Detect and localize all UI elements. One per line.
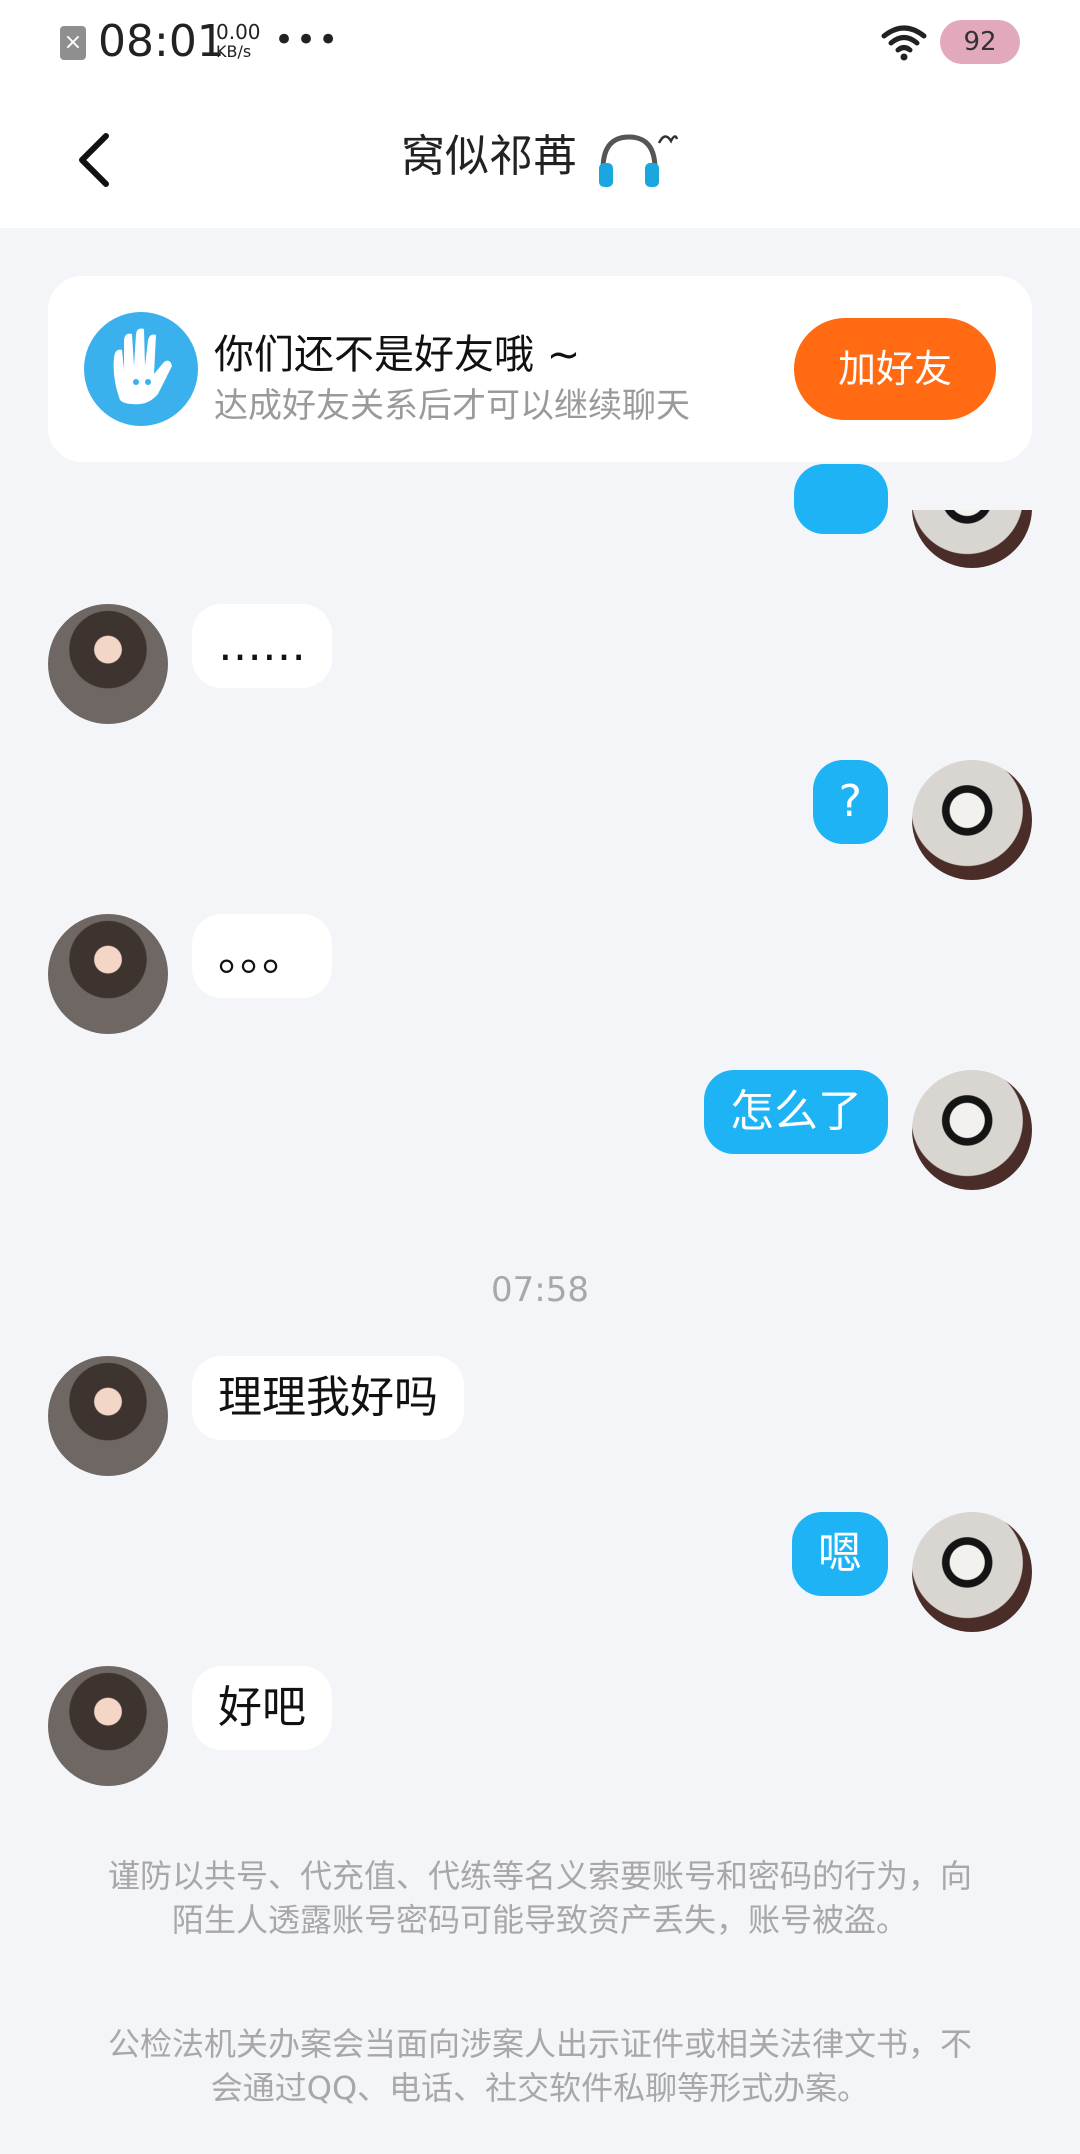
add-friend-card: 你们还不是好友哦 ~ 达成好友关系后才可以继续聊天 加好友 — [48, 276, 1032, 462]
network-speed: 0.00 KB/s — [216, 22, 261, 62]
contact-avatar[interactable] — [48, 914, 168, 1034]
my-avatar[interactable] — [912, 510, 1032, 568]
message-bubble-incoming[interactable]: 好吧 — [192, 1666, 332, 1750]
more-status-icon: ••• — [274, 20, 341, 60]
contact-avatar[interactable] — [48, 1356, 168, 1476]
status-bar: × 08:01 0.00 KB/s ••• 92 — [0, 0, 1080, 90]
message-bubble-outgoing[interactable]: 嗯 — [792, 1512, 888, 1596]
network-speed-unit: KB/s — [216, 42, 252, 61]
friend-card-subtitle: 达成好友关系后才可以继续聊天 — [214, 386, 690, 426]
message-bubble-outgoing[interactable]: ? — [812, 760, 888, 844]
contact-avatar[interactable] — [48, 1666, 168, 1786]
my-avatar[interactable] — [912, 1070, 1032, 1190]
my-avatar[interactable] — [912, 760, 1032, 880]
message-bubble-incoming[interactable]: 。。。 — [192, 914, 332, 998]
add-friend-button[interactable]: 加好友 — [794, 318, 996, 420]
security-notice: 谨防以共号、代充值、代练等名义索要账号和密码的行为，向陌生人透露账号密码可能导致… — [107, 1857, 972, 1939]
network-speed-value: 0.00 — [216, 20, 261, 44]
message-bubble-outgoing[interactable]: 怎么了 — [704, 1070, 888, 1154]
message-bubble-incoming[interactable]: …… — [192, 604, 332, 688]
wifi-icon — [881, 25, 927, 61]
message-bubble-incoming[interactable]: 理理我好吗 — [192, 1356, 464, 1440]
status-time: 08:01 — [98, 16, 225, 67]
chat-title[interactable]: 窝似祁苒 — [0, 120, 1080, 189]
chat-timestamp: 07:58 — [491, 1270, 589, 1310]
hand-wave-icon — [84, 312, 198, 426]
contact-avatar[interactable] — [48, 604, 168, 724]
headphones-icon — [599, 134, 679, 187]
battery-indicator: 92 — [940, 20, 1020, 64]
sim-icon: × — [60, 26, 86, 60]
chat-title-text: 窝似祁苒 — [401, 131, 577, 182]
partial-message-bubble — [794, 464, 888, 534]
friend-card-title: 你们还不是好友哦 ~ — [214, 332, 581, 378]
legal-notice: 公检法机关办案会当面向涉案人出示证件或相关法律文书，不会通过QQ、电话、社交软件… — [107, 2025, 972, 2107]
my-avatar[interactable] — [912, 1512, 1032, 1632]
chat-header: 窝似祁苒 — [0, 90, 1080, 228]
